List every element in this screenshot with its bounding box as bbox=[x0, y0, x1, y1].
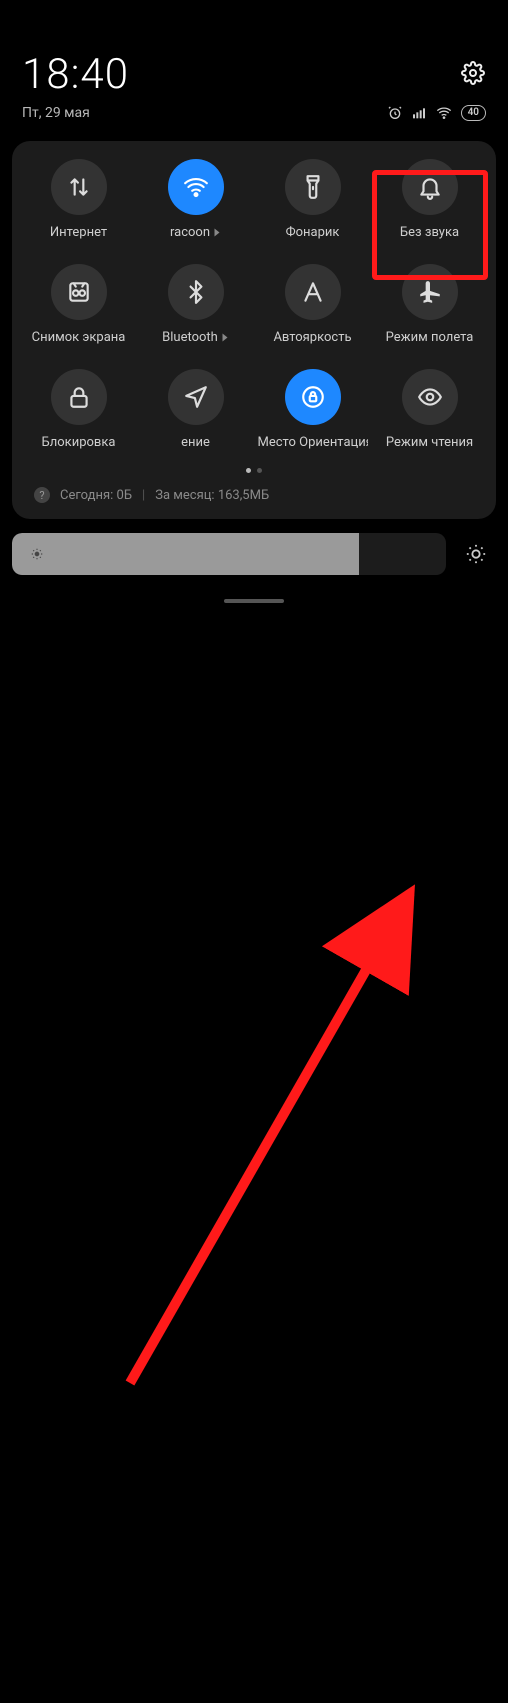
info-icon: ? bbox=[34, 487, 50, 503]
flashlight-icon bbox=[285, 159, 341, 215]
qs-tile-label: Автояркость bbox=[273, 330, 351, 345]
qs-tile-label: ение bbox=[181, 435, 210, 450]
qs-tile-label: Интернет bbox=[50, 225, 107, 240]
qs-tile-label: racoon bbox=[170, 225, 221, 240]
settings-gear-icon[interactable] bbox=[460, 60, 486, 86]
qs-tile-label: Место Ориентация bbox=[258, 435, 368, 450]
qs-tile-label: Режим полета bbox=[386, 330, 474, 345]
quick-settings-panel: Интернет racoon Фонарик Без звука Снимок экр… bbox=[12, 141, 496, 519]
qs-tile-label: Блокировка bbox=[42, 435, 116, 450]
qs-tile-label: Без звука bbox=[400, 225, 459, 240]
nav-arrow-icon bbox=[168, 369, 224, 425]
qs-tile-airplane[interactable]: Режим полета bbox=[375, 264, 485, 345]
auto-brightness-toggle[interactable] bbox=[456, 534, 496, 574]
bell-icon bbox=[402, 159, 458, 215]
expand-indicator bbox=[215, 229, 220, 237]
panel-drag-handle[interactable] bbox=[224, 599, 284, 603]
page-dots bbox=[20, 468, 488, 473]
qs-tile-label: Фонарик bbox=[286, 225, 340, 240]
eye-icon bbox=[402, 369, 458, 425]
data-usage-line[interactable]: ? Сегодня: 0Б | За месяц: 163,5МБ bbox=[20, 483, 488, 505]
qs-tile-screenshot[interactable]: Снимок экрана bbox=[24, 264, 134, 345]
brightness-low-icon bbox=[30, 547, 44, 561]
qs-tile-autobright[interactable]: Автояркость bbox=[258, 264, 368, 345]
qs-tile-reading[interactable]: Режим чтения bbox=[375, 369, 485, 450]
qs-tile-flashlight[interactable]: Фонарик bbox=[258, 159, 368, 240]
screenshot-icon bbox=[51, 264, 107, 320]
qs-tile-silent[interactable]: Без звука bbox=[375, 159, 485, 240]
brightness-slider[interactable] bbox=[12, 533, 446, 575]
alarm-icon bbox=[387, 105, 403, 121]
wifi-icon bbox=[168, 159, 224, 215]
qs-tile-location[interactable]: ение bbox=[141, 369, 251, 450]
date-label: Пт, 29 мая bbox=[22, 105, 90, 121]
lock-rotate-icon bbox=[285, 369, 341, 425]
letter-a-icon bbox=[285, 264, 341, 320]
bluetooth-icon bbox=[168, 264, 224, 320]
annotation-arrow bbox=[0, 603, 508, 1703]
wifi-status-icon bbox=[435, 105, 453, 121]
lock-icon bbox=[51, 369, 107, 425]
qs-tile-lock[interactable]: Блокировка bbox=[24, 369, 134, 450]
qs-tile-label: Режим чтения bbox=[386, 435, 473, 450]
status-icons: 40 bbox=[387, 105, 486, 121]
expand-indicator bbox=[222, 334, 227, 342]
clock-time: 18:40 bbox=[22, 50, 129, 99]
airplane-icon bbox=[402, 264, 458, 320]
signal-icon bbox=[411, 105, 427, 121]
qs-tile-label: Снимок экрана bbox=[32, 330, 126, 345]
qs-tile-wifi[interactable]: racoon bbox=[141, 159, 251, 240]
qs-tile-label: Bluetooth bbox=[162, 330, 229, 345]
qs-tile-bluetooth[interactable]: Bluetooth bbox=[141, 264, 251, 345]
qs-tile-orientation[interactable]: Место Ориентация bbox=[258, 369, 368, 450]
battery-indicator: 40 bbox=[461, 105, 486, 121]
qs-tile-internet[interactable]: Интернет bbox=[24, 159, 134, 240]
data-arrows-icon bbox=[51, 159, 107, 215]
